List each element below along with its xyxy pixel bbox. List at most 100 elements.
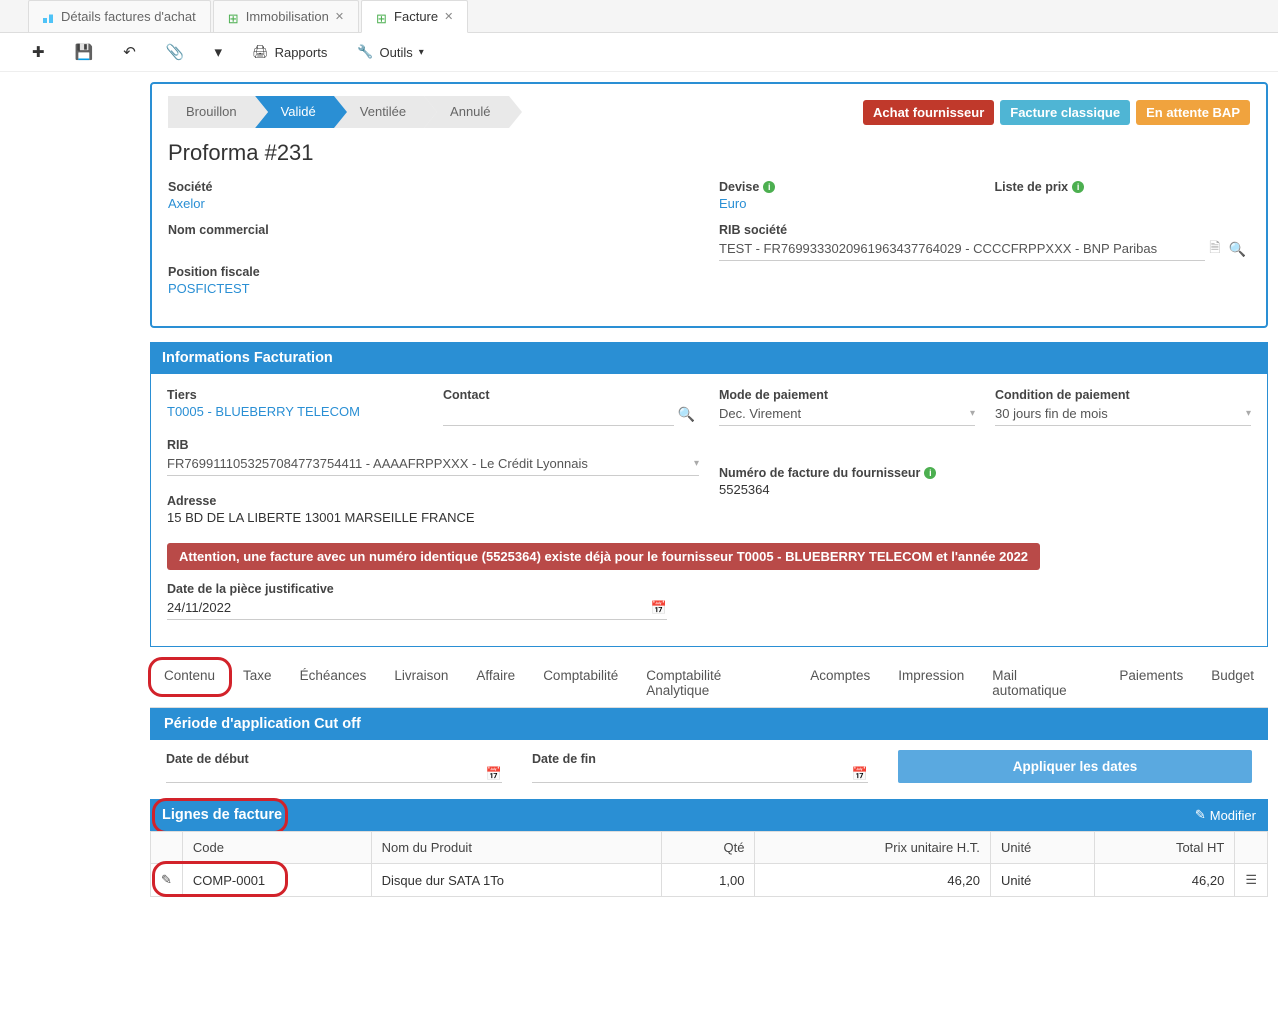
cell-total: 46,20 (1094, 864, 1234, 897)
calendar-icon[interactable]: 📅 (651, 600, 667, 616)
badge-achat: Achat fournisseur (863, 100, 994, 125)
document-icon[interactable]: 🗎 (1205, 237, 1224, 261)
sub-tabs: Contenu Taxe Échéances Livraison Affaire… (150, 659, 1268, 708)
date-debut-input[interactable]: 📅 (166, 766, 502, 783)
close-icon[interactable]: ✕ (444, 10, 453, 23)
subtab-affaire[interactable]: Affaire (462, 659, 529, 707)
subtab-budget[interactable]: Budget (1197, 659, 1268, 707)
cutoff-header: Période d'application Cut off (150, 708, 1268, 740)
edit-row-button[interactable]: ✎ (151, 864, 183, 897)
rib-select[interactable]: FR7699111053257084773754411 - AAAAFRPPXX… (167, 452, 699, 476)
subtab-comptabilite[interactable]: Comptabilité (529, 659, 632, 707)
tab-label: Immobilisation (246, 9, 329, 24)
condition-paiement-select[interactable]: 30 jours fin de mois ▾ (995, 402, 1251, 426)
chevron-down-icon: ▾ (694, 458, 699, 469)
duplicate-warning: Attention, une facture avec un numéro id… (167, 543, 1040, 570)
societe-value[interactable]: Axelor (168, 194, 699, 211)
col-total: Total HT (1094, 832, 1234, 864)
save-button[interactable]: 💾 (69, 39, 100, 65)
adresse-label: Adresse (167, 494, 699, 508)
status-ventilee[interactable]: Ventilée (334, 96, 424, 128)
nom-commercial-label: Nom commercial (168, 223, 699, 237)
tiers-value[interactable]: T0005 - BLUEBERRY TELECOM (167, 402, 423, 419)
rib-label: RIB (167, 438, 699, 452)
tab-details-factures[interactable]: Détails factures d'achat (28, 0, 211, 32)
add-button[interactable]: ✚ (26, 39, 51, 65)
tools-button[interactable]: 🔧 Outils ▾ (351, 40, 429, 64)
societe-label: Société (168, 180, 699, 194)
table-row[interactable]: ✎ COMP-0001 Disque dur SATA 1To 1,00 46,… (151, 864, 1268, 897)
attach-button[interactable]: 📎 (160, 39, 191, 65)
cell-code: COMP-0001 (182, 864, 371, 897)
more-button[interactable]: ▾ (209, 39, 229, 65)
lines-title: Lignes de facture (162, 807, 282, 823)
liste-prix-label: Liste de prix (995, 180, 1251, 194)
contact-label: Contact (443, 388, 699, 402)
close-icon[interactable]: ✕ (335, 10, 344, 23)
page-title: Proforma #231 (168, 140, 1250, 166)
search-icon[interactable]: 🔍 (1225, 241, 1250, 258)
date-debut-label: Date de début (166, 752, 502, 766)
reports-label: Rapports (275, 45, 328, 60)
apply-dates-button[interactable]: Appliquer les dates (898, 750, 1252, 783)
top-tabs: Détails factures d'achat Immobilisation … (0, 0, 1278, 33)
wrench-icon: 🔧 (357, 44, 373, 60)
info-icon[interactable] (924, 467, 936, 479)
info-icon[interactable] (1072, 181, 1084, 193)
subtab-mail-auto[interactable]: Mail automatique (978, 659, 1105, 707)
cell-qte: 1,00 (661, 864, 755, 897)
header-card: Brouillon Validé Ventilée Annulé Achat f… (150, 82, 1268, 328)
subtab-livraison[interactable]: Livraison (380, 659, 462, 707)
grid-icon (228, 11, 240, 23)
col-pu: Prix unitaire H.T. (755, 832, 991, 864)
reports-button[interactable]: 🖨 Rapports (246, 40, 333, 64)
position-fiscale-label: Position fiscale (168, 265, 699, 279)
calendar-icon[interactable]: 📅 (486, 766, 502, 782)
subtab-echeances[interactable]: Échéances (286, 659, 381, 707)
rib-societe-label: RIB société (719, 223, 1250, 237)
date-piece-label: Date de la pièce justificative (167, 582, 1251, 596)
subtab-contenu[interactable]: Contenu (150, 659, 229, 707)
subtab-compta-analytique[interactable]: Comptabilité Analytique (632, 659, 796, 707)
contact-input[interactable] (443, 402, 674, 426)
num-facture-label: Numéro de facture du fournisseur (719, 466, 1251, 480)
chevron-down-icon: ▾ (970, 408, 975, 419)
position-fiscale-value[interactable]: POSFICTEST (168, 279, 699, 296)
info-facturation-header: Informations Facturation (150, 342, 1268, 374)
badge-facture-classique: Facture classique (1000, 100, 1130, 125)
tab-facture[interactable]: Facture ✕ (361, 0, 468, 33)
mode-paiement-select[interactable]: Dec. Virement ▾ (719, 402, 975, 426)
mode-paiement-label: Mode de paiement (719, 388, 975, 402)
grid-icon (376, 11, 388, 23)
badge-attente-bap: En attente BAP (1136, 100, 1250, 125)
tab-label: Facture (394, 9, 438, 24)
date-fin-input[interactable]: 📅 (532, 766, 868, 783)
row-menu-button[interactable]: ☰ (1235, 864, 1268, 897)
condition-paiement-label: Condition de paiement (995, 388, 1251, 402)
cell-produit: Disque dur SATA 1To (371, 864, 661, 897)
calendar-icon[interactable]: 📅 (852, 766, 868, 782)
cell-pu: 46,20 (755, 864, 991, 897)
search-icon[interactable]: 🔍 (674, 406, 699, 423)
print-icon: 🖨 (252, 44, 269, 60)
info-icon[interactable] (763, 181, 775, 193)
col-produit: Nom du Produit (371, 832, 661, 864)
col-code: Code (182, 832, 371, 864)
adresse-value: 15 BD DE LA LIBERTE 13001 MARSEILLE FRAN… (167, 508, 699, 525)
subtab-paiements[interactable]: Paiements (1105, 659, 1197, 707)
subtab-acomptes[interactable]: Acomptes (796, 659, 884, 707)
undo-button[interactable]: ↶ (117, 39, 142, 65)
subtab-taxe[interactable]: Taxe (229, 659, 286, 707)
subtab-impression[interactable]: Impression (884, 659, 978, 707)
modify-button[interactable]: ✎ Modifier (1195, 807, 1256, 823)
date-piece-input[interactable]: 24/11/2022 📅 (167, 596, 667, 620)
col-qte: Qté (661, 832, 755, 864)
cell-unite: Unité (990, 864, 1094, 897)
devise-value[interactable]: Euro (719, 194, 975, 211)
status-arrows: Brouillon Validé Ventilée Annulé (168, 96, 509, 128)
num-facture-value: 5525364 (719, 480, 1251, 497)
rib-societe-input[interactable]: TEST - FR7699333020961963437764029 - CCC… (719, 237, 1205, 261)
info-facturation-body: Tiers T0005 - BLUEBERRY TELECOM Contact … (150, 374, 1268, 647)
status-brouillon[interactable]: Brouillon (168, 96, 255, 128)
tab-immobilisation[interactable]: Immobilisation ✕ (213, 0, 359, 32)
